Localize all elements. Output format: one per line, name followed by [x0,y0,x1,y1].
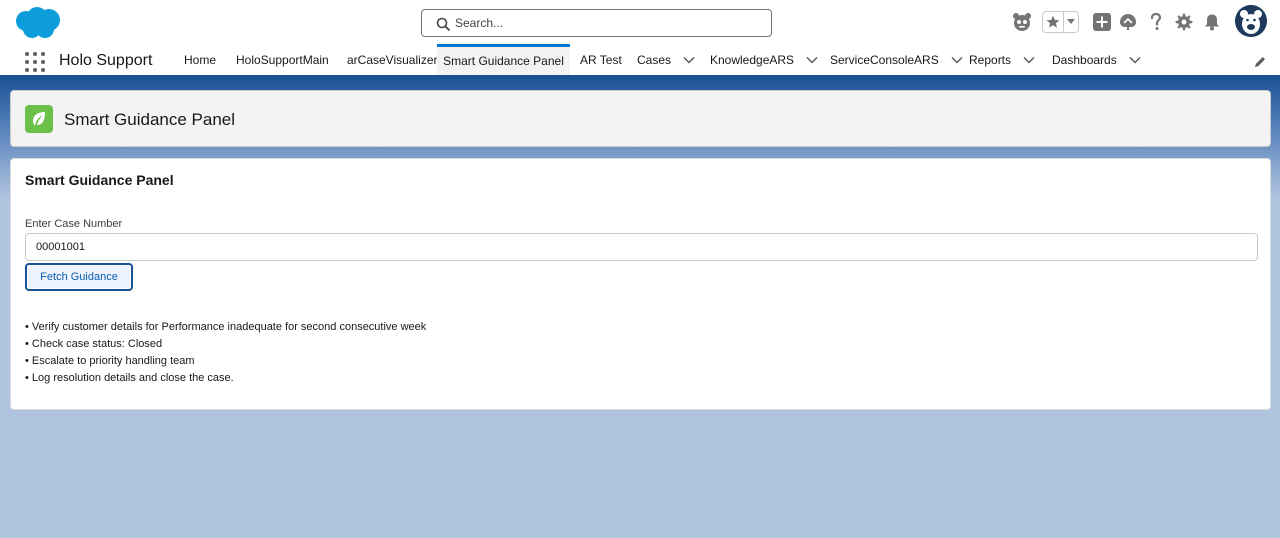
nav-tab-arcasevisualizer[interactable]: arCaseVisualizer [347,44,438,75]
user-avatar[interactable] [1235,5,1267,37]
favorites-star-icon[interactable] [1043,12,1065,32]
nav-tab-label: Dashboards [1052,52,1117,67]
guidance-list: • Verify customer details for Performanc… [25,319,426,387]
nav-tab-holosupportmain[interactable]: HoloSupportMain [236,44,329,75]
help-icon[interactable] [1145,11,1167,33]
nav-tab-label: arCaseVisualizer [347,52,438,67]
search-icon [435,16,451,32]
page-title: Smart Guidance Panel [64,110,236,129]
guidance-item: • Check case status: Closed [25,338,163,350]
nav-tab-label: ServiceConsoleARS [830,52,939,67]
nav-tab-label: Home [184,52,217,67]
guidance-item: • Log resolution details and close the c… [25,372,234,384]
favorites-dropdown-icon[interactable] [1064,12,1078,32]
nav-tab-label: HoloSupportMain [236,52,329,67]
global-actions-add-icon[interactable] [1091,11,1113,33]
setup-gear-icon[interactable] [1173,11,1195,33]
nav-tab-ar-test[interactable]: AR Test [580,44,622,75]
nav-tab-dashboards[interactable]: Dashboards [1052,44,1141,75]
chevron-down-icon[interactable] [1129,56,1141,64]
chevron-down-icon[interactable] [683,56,695,64]
nav-tab-cases[interactable]: Cases [637,44,695,75]
notifications-bell-icon[interactable] [1201,11,1223,33]
case-number-label: Enter Case Number [25,218,123,230]
favorites-group [1042,11,1079,33]
smart-guidance-card: Smart Guidance Panel Enter Case Number F… [10,158,1271,410]
nav-tab-serviceconsolears[interactable]: ServiceConsoleARS [830,44,963,75]
case-number-input[interactable] [25,233,1258,261]
fetch-guidance-button[interactable]: Fetch Guidance [25,263,133,291]
nav-tab-knowledgears[interactable]: KnowledgeARS [710,44,818,75]
app-launcher-icon[interactable] [25,52,45,72]
leaf-icon [25,105,53,133]
salesforce-logo[interactable] [12,5,64,41]
search-input[interactable] [455,13,755,33]
app-nav-bar: Holo Support Home HoloSupportMain arCase… [0,44,1280,78]
nav-tab-smart-guidance-panel[interactable]: Smart Guidance Panel [437,44,570,75]
card-title: Smart Guidance Panel [25,172,174,188]
guidance-item: • Verify customer details for Performanc… [25,321,427,333]
trailhead-icon[interactable] [1117,11,1139,33]
nav-tab-reports[interactable]: Reports [969,44,1035,75]
page-header: Smart Guidance Panel [10,90,1271,147]
guidance-item: • Escalate to priority handling team [25,355,195,367]
nav-tab-home[interactable]: Home [184,44,216,75]
nav-tab-label: Reports [969,52,1012,67]
agentforce-icon[interactable] [1011,11,1033,33]
chevron-down-icon[interactable] [1023,56,1035,64]
edit-nav-pencil-icon[interactable] [1253,55,1267,69]
chevron-down-icon[interactable] [951,56,963,64]
nav-tab-label: AR Test [580,52,622,67]
nav-tab-label: KnowledgeARS [710,52,795,67]
global-header [0,0,1280,44]
app-name: Holo Support [59,52,153,69]
chevron-down-icon[interactable] [806,56,818,64]
global-search-box[interactable] [421,9,772,37]
nav-tab-label: Smart Guidance Panel [443,54,564,68]
nav-tab-label: Cases [637,52,672,67]
